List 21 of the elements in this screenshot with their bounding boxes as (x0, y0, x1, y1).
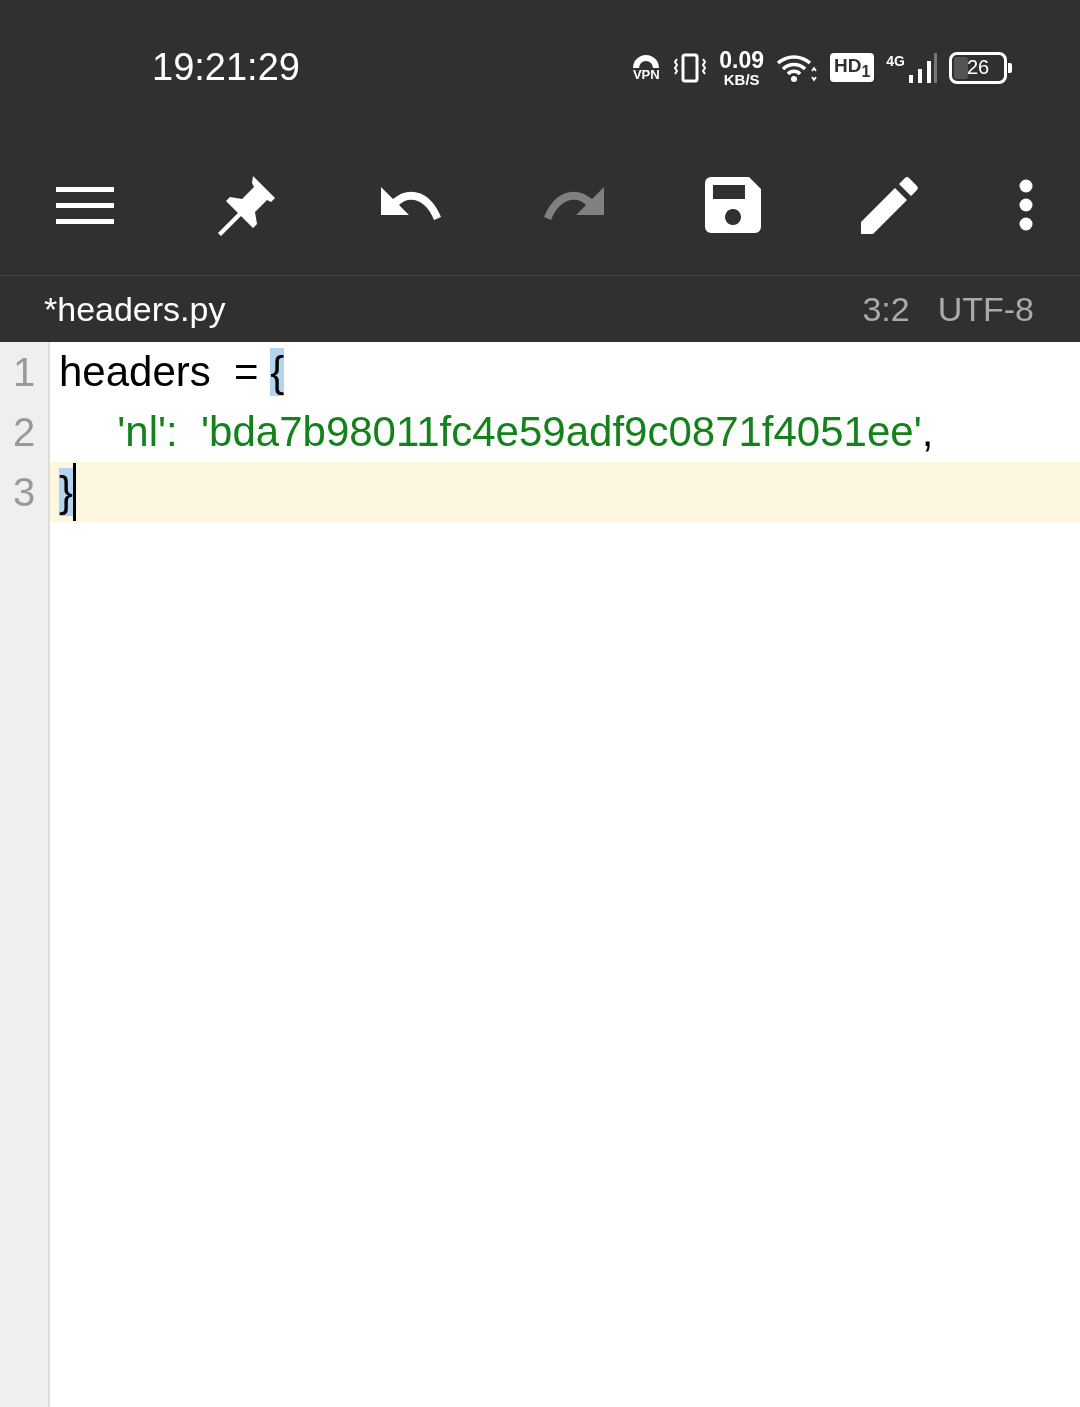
file-name-tab[interactable]: *headers.py (44, 289, 835, 329)
code-text: headers = (59, 348, 260, 396)
text-cursor (73, 463, 77, 521)
wifi-icon (776, 52, 819, 83)
encoding-label: UTF-8 (937, 289, 1034, 329)
code-text: , (921, 408, 934, 456)
hd-badge: HD$_{1}$ (830, 52, 875, 83)
code-area[interactable]: headers = { 'nl': 'bda7b98011fc4e59adf9c0871f4051ee', } (50, 342, 1080, 1407)
network-speed: 0.09 KB/S (719, 48, 765, 87)
matched-bracket: } (59, 468, 74, 516)
battery-indicator: 26 (949, 51, 1012, 84)
signal-indicator: 4G (886, 52, 937, 83)
clock-time: 19:21:29 (152, 46, 300, 89)
line-number: 3 (12, 469, 36, 516)
string-literal: 'nl': 'bda7b98011fc4e59adf9c0871f4051ee' (116, 408, 922, 456)
cursor-position: 3:2 (862, 289, 910, 329)
vpn-indicator: VPN (631, 54, 662, 81)
line-number: 2 (12, 409, 36, 456)
line-number: 1 (12, 349, 36, 396)
vibrate-icon (673, 52, 708, 83)
matched-bracket: { (270, 348, 285, 396)
